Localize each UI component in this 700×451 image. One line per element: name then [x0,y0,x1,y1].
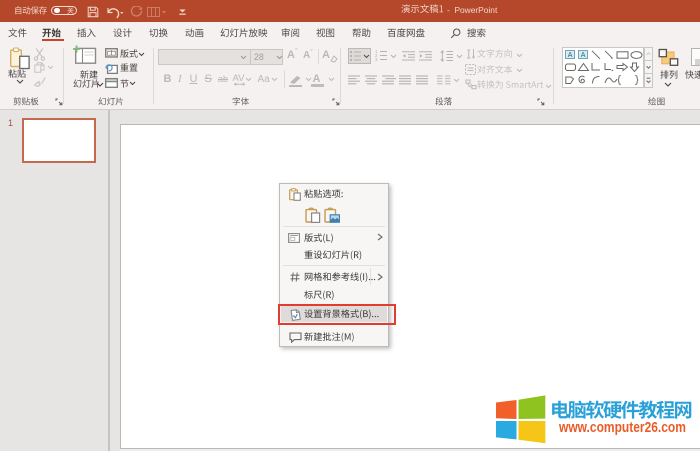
svg-text:A: A [580,52,585,59]
svg-text:3: 3 [375,57,378,61]
svg-text:A: A [567,52,572,59]
